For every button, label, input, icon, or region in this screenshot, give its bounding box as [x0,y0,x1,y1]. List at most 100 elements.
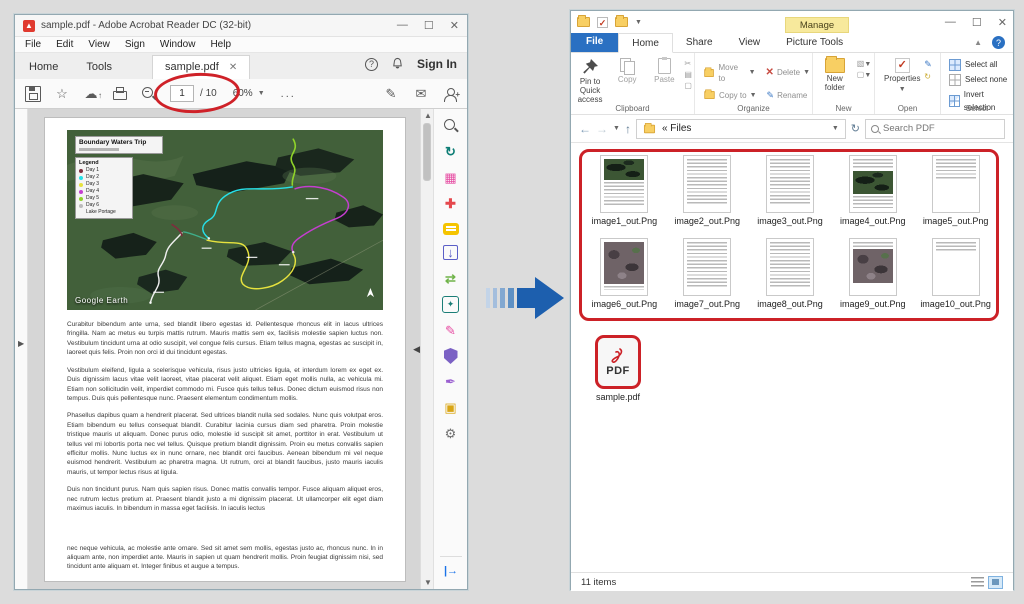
edit-icon[interactable]: ✎ [924,59,932,70]
export-pdf-icon[interactable] [442,143,459,160]
breadcrumb[interactable]: « Files ▼ [636,119,846,139]
notifications-icon[interactable] [391,57,404,71]
comment-icon[interactable] [443,223,459,235]
file-item[interactable]: image1_out.Png [585,155,664,226]
file-item[interactable]: image10_out.Png [916,238,995,309]
checkmark-icon[interactable]: ✓ [597,17,608,28]
print-icon[interactable] [112,86,128,102]
new-item-icon[interactable]: ▢▼ [857,70,872,79]
file-item[interactable]: image4_out.Png [833,155,912,226]
sign-pen-icon[interactable]: ✎ [383,86,399,102]
more-tools-icon[interactable]: ... [281,88,296,100]
up-icon[interactable]: ↑ [625,122,631,136]
menu-item[interactable]: Sign [125,39,145,50]
folder-icon[interactable] [577,17,590,27]
scroll-up-icon[interactable]: ▲ [424,111,432,120]
pdf-file-item[interactable]: PDF sample.pdf [595,335,641,402]
search-input[interactable] [883,123,999,134]
tab-home[interactable]: Home [618,33,673,53]
maximize-button[interactable]: ☐ [424,19,434,32]
help-icon[interactable]: ? [992,36,1005,49]
details-view-icon[interactable] [971,577,984,588]
menu-item[interactable]: Edit [56,39,73,50]
recent-locations-icon[interactable]: ▼ [613,125,620,132]
easy-access-icon[interactable]: ▧▼ [857,59,872,68]
tab-file[interactable]: File [571,33,618,52]
qat-chevron-icon[interactable]: ▼ [635,19,642,26]
acrobat-tools-icon[interactable] [442,296,459,313]
fill-sign-icon[interactable] [442,322,459,339]
protect-pdf-icon[interactable] [444,348,458,364]
find-icon[interactable] [442,117,459,134]
tab-document[interactable]: sample.pdf ✕ [152,55,250,79]
help-icon[interactable]: ? [365,58,378,71]
tab-view[interactable]: View [726,33,774,52]
copy-button[interactable]: Copy [610,56,644,85]
collapse-ribbon-icon[interactable]: ▲ [974,38,982,47]
share-email-icon[interactable]: ✉ [413,86,429,102]
select-all-button[interactable]: Select all [949,58,997,71]
pin-quick-access-button[interactable]: Pin to Quick access [573,56,607,104]
star-icon[interactable]: ☆ [54,86,70,102]
file-item[interactable]: image6_out.Png [585,238,664,309]
delete-button[interactable]: ✕Delete▼ [766,62,810,84]
file-item[interactable]: image2_out.Png [668,155,747,226]
tab-picture-tools[interactable]: Picture Tools [773,33,856,52]
tab-home[interactable]: Home [15,56,72,79]
close-button[interactable]: ✕ [450,19,459,32]
new-folder-button[interactable]: New folder [816,56,854,93]
compress-pdf-icon[interactable] [442,270,459,287]
file-item[interactable]: image7_out.Png [668,238,747,309]
forward-icon[interactable]: → [596,122,608,136]
expand-pane-icon[interactable]: ▶ [18,339,24,348]
history-icon[interactable]: ↻ [924,72,932,81]
explorer-titlebar[interactable]: ✓ ▼ Manage — ☐ ✕ [571,11,1013,33]
vertical-scrollbar[interactable]: ▲ ▼ [420,109,433,589]
select-none-button[interactable]: Select none [949,73,1007,86]
tab-share[interactable]: Share [673,33,726,52]
paste-button[interactable]: Paste [647,56,681,85]
file-item[interactable]: image9_out.Png [833,238,912,309]
sign-in-button[interactable]: Sign In [417,57,457,71]
refresh-icon[interactable]: ↻ [851,122,860,135]
stamp-icon[interactable] [442,399,459,416]
file-item[interactable]: image8_out.Png [751,238,830,309]
file-item[interactable]: image5_out.Png [916,155,995,226]
organize-pages-icon[interactable] [442,169,459,186]
menu-item[interactable]: View [88,39,110,50]
file-item[interactable]: image3_out.Png [751,155,830,226]
cut-icon[interactable]: ✂ [684,59,692,68]
nav-pane-strip[interactable]: ▶ [15,109,28,589]
scroll-down-icon[interactable]: ▼ [424,578,432,587]
zoom-out-icon[interactable] [141,86,157,102]
maximize-button[interactable]: ☐ [972,16,982,29]
collapse-tools-icon[interactable]: ◀ [413,344,420,355]
menu-item[interactable]: Window [160,39,196,50]
certificates-icon[interactable] [442,373,459,390]
paste-shortcut-icon[interactable]: ▢ [684,81,692,90]
folder-icon[interactable] [615,17,628,27]
cloud-upload-icon[interactable]: ☁↑ [83,86,99,102]
properties-button[interactable]: ✓ Properties ▼ [883,56,921,93]
menu-item[interactable]: File [25,39,41,50]
minimize-button[interactable]: — [945,16,956,29]
page-number-input[interactable]: 1 [170,85,194,102]
combine-files-icon[interactable] [442,244,459,261]
tab-tools[interactable]: Tools [72,56,126,79]
create-pdf-icon[interactable] [442,195,459,212]
move-to-button[interactable]: Move to▼ [703,62,756,84]
copy-to-button[interactable]: Copy to▼ [703,90,757,101]
minimize-button[interactable]: — [397,19,408,32]
search-box[interactable] [865,119,1005,139]
copy-path-icon[interactable]: ▤ [684,70,692,79]
thumbnail-view-icon[interactable] [988,576,1003,589]
account-icon[interactable]: + [443,87,457,101]
acrobat-titlebar[interactable]: ▲ sample.pdf - Adobe Acrobat Reader DC (… [15,15,467,37]
close-button[interactable]: ✕ [998,16,1007,29]
scrollbar-thumb[interactable] [423,123,431,181]
zoom-level-select[interactable]: 60%▼ [233,88,265,99]
more-tools-icon[interactable] [442,425,459,442]
manage-tab[interactable]: Manage [785,17,849,33]
rename-button[interactable]: ✎Rename [767,90,808,101]
back-icon[interactable]: ← [579,122,591,136]
